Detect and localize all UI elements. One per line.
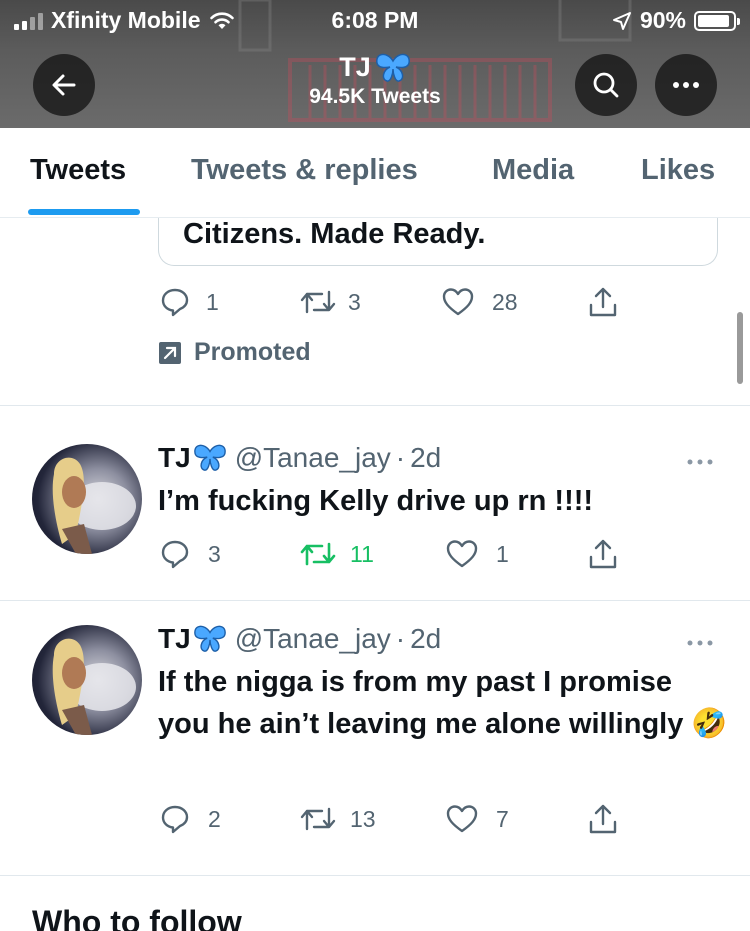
reply-icon bbox=[161, 540, 189, 569]
tab-tweets-and-replies[interactable]: Tweets & replies bbox=[191, 154, 418, 187]
profile-header: Xfinity Mobile 6:08 PM 90% TJ 94.5K Twee… bbox=[0, 0, 750, 128]
profile-title: TJ 94.5K Tweets bbox=[0, 52, 750, 109]
more-icon bbox=[687, 640, 713, 646]
tweet-time[interactable]: 2d bbox=[410, 623, 441, 655]
share-button[interactable] bbox=[588, 803, 618, 835]
location-arrow-icon bbox=[612, 11, 631, 30]
avatar-photo bbox=[52, 457, 136, 554]
profile-tabs: Tweets Tweets & replies Media Likes bbox=[0, 128, 750, 218]
retweet-icon bbox=[300, 542, 336, 566]
heart-icon bbox=[446, 805, 478, 833]
avatar[interactable] bbox=[32, 444, 142, 554]
tweet-more-button[interactable] bbox=[686, 627, 716, 653]
tweet-count: 94.5K Tweets bbox=[309, 85, 441, 108]
tab-media[interactable]: Media bbox=[492, 154, 574, 187]
battery-percent: 90% bbox=[639, 7, 686, 33]
tweet-header: TJ @Tanae_jay · 2d bbox=[158, 623, 441, 655]
butterfly-emoji-icon bbox=[193, 444, 226, 471]
who-to-follow-heading: Who to follow bbox=[32, 904, 242, 931]
reply-count: 2 bbox=[208, 805, 221, 832]
status-bar: Xfinity Mobile 6:08 PM 90% bbox=[0, 0, 750, 40]
promoted-card-text: Citizens. Made Ready. bbox=[183, 218, 486, 250]
avatar[interactable] bbox=[32, 625, 142, 735]
like-button[interactable]: 7 bbox=[446, 803, 588, 835]
heart-icon bbox=[446, 540, 478, 568]
separator: · bbox=[395, 623, 406, 654]
reply-count: 3 bbox=[208, 540, 221, 567]
share-icon bbox=[589, 539, 617, 569]
tweet-header: TJ @Tanae_jay · 2d bbox=[158, 442, 441, 474]
profile-name-text: TJ bbox=[339, 52, 371, 82]
profile-name: TJ bbox=[339, 52, 411, 83]
search-button[interactable] bbox=[575, 54, 637, 116]
more-options-button[interactable] bbox=[655, 54, 717, 116]
promoted-label: Promoted bbox=[158, 338, 311, 367]
retweet-icon bbox=[300, 807, 336, 831]
retweet-button[interactable]: 3 bbox=[300, 286, 442, 318]
butterfly-emoji-icon bbox=[193, 625, 226, 652]
tweet-time[interactable]: 2d bbox=[410, 442, 441, 474]
tab-tweets[interactable]: Tweets bbox=[30, 154, 126, 187]
battery-icon bbox=[694, 10, 740, 31]
share-button[interactable] bbox=[588, 538, 618, 570]
more-icon bbox=[673, 82, 699, 88]
heart-icon bbox=[442, 288, 474, 316]
more-icon bbox=[687, 459, 713, 465]
retweet-count: 3 bbox=[348, 288, 361, 315]
promoted-actions: 1 3 28 bbox=[160, 286, 618, 318]
reply-icon bbox=[161, 805, 189, 834]
tweet-more-button[interactable] bbox=[686, 446, 716, 472]
butterfly-emoji-icon bbox=[375, 53, 410, 82]
reply-icon bbox=[161, 288, 189, 317]
share-icon bbox=[589, 804, 617, 834]
like-count: 1 bbox=[496, 540, 509, 567]
active-tab-indicator bbox=[28, 209, 140, 215]
retweet-count: 11 bbox=[350, 540, 374, 567]
section-divider bbox=[0, 875, 750, 876]
tweet-item[interactable]: TJ @Tanae_jay · 2d I’m fucking Kelly dri… bbox=[0, 406, 750, 600]
scrollbar[interactable] bbox=[737, 312, 743, 384]
reply-count: 1 bbox=[206, 288, 219, 315]
tweet-text: If the nigga is from my past I promise y… bbox=[158, 666, 728, 740]
tweet-item[interactable]: TJ @Tanae_jay · 2d If the nigga is from … bbox=[0, 601, 750, 875]
retweet-icon bbox=[300, 290, 336, 314]
tweet-author-name[interactable]: TJ bbox=[158, 442, 191, 474]
share-icon bbox=[589, 287, 617, 317]
like-count: 28 bbox=[492, 288, 518, 315]
tweet-author-name[interactable]: TJ bbox=[158, 623, 191, 655]
promoted-icon bbox=[159, 341, 181, 364]
avatar-photo bbox=[52, 638, 136, 735]
tweet-actions: 3 11 1 bbox=[160, 538, 618, 570]
retweet-button[interactable]: 13 bbox=[300, 803, 446, 835]
reply-button[interactable]: 2 bbox=[160, 803, 300, 835]
promoted-text: Promoted bbox=[194, 338, 311, 366]
like-button[interactable]: 1 bbox=[446, 538, 588, 570]
tweet-author-handle[interactable]: @Tanae_jay bbox=[235, 623, 391, 655]
tweet-author-handle[interactable]: @Tanae_jay bbox=[235, 442, 391, 474]
tab-likes[interactable]: Likes bbox=[641, 154, 715, 187]
like-button[interactable]: 28 bbox=[442, 286, 588, 318]
tweet-text: I’m fucking Kelly drive up rn !!!! bbox=[158, 485, 594, 517]
retweet-button[interactable]: 11 bbox=[300, 538, 446, 570]
separator: · bbox=[395, 442, 406, 473]
promoted-card[interactable]: Citizens. Made Ready. bbox=[158, 218, 718, 266]
status-right: 90% bbox=[612, 7, 740, 34]
battery-fill bbox=[698, 14, 729, 27]
like-count: 7 bbox=[496, 805, 509, 832]
share-button[interactable] bbox=[588, 286, 618, 318]
tweet-actions: 2 13 7 bbox=[160, 803, 618, 835]
retweet-count: 13 bbox=[350, 805, 376, 832]
reply-button[interactable]: 3 bbox=[160, 538, 300, 570]
search-icon bbox=[593, 72, 619, 98]
reply-button[interactable]: 1 bbox=[160, 286, 300, 318]
